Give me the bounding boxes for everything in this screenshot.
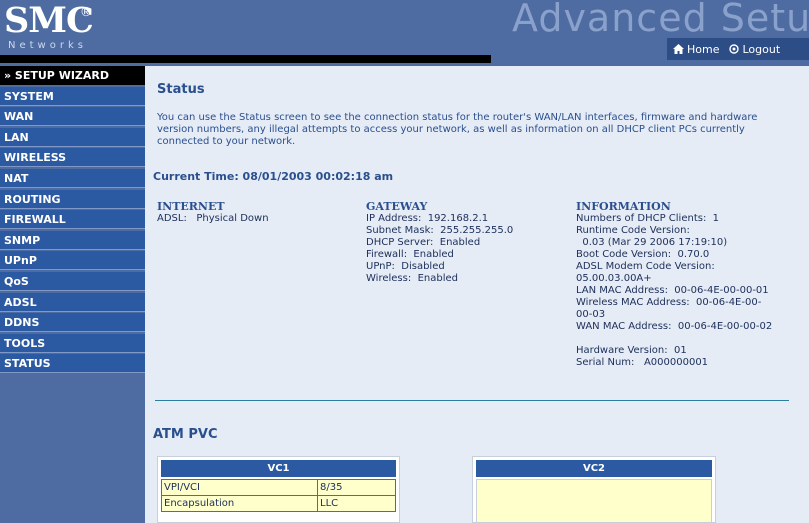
gateway-ip-address: IP Address: 192.168.2.1 (366, 213, 489, 224)
internet-adsl-status: ADSL: Physical Down (157, 213, 269, 224)
vc1-encapsulation-label: Encapsulation (161, 495, 318, 512)
vc2-panel: VC2 (472, 456, 716, 523)
info-adsl-modem-value: 05.00.03.00A+ (576, 273, 652, 284)
sidebar-item-snmp[interactable]: SNMP (0, 230, 145, 250)
intro-text: You can use the Status screen to see the… (157, 112, 758, 147)
table-row: VPI/VCI 8/35 (161, 479, 396, 496)
gateway-subnet-mask: Subnet Mask: 255.255.255.0 (366, 225, 514, 236)
logout-label: Logout (742, 42, 781, 56)
gateway-heading: GATEWAY (366, 200, 428, 213)
current-time: Current Time: 08/01/2003 00:02:18 am (153, 170, 394, 183)
sidebar-item-ddns[interactable]: DDNS (0, 313, 145, 333)
table-row: Encapsulation LLC (161, 495, 396, 512)
info-serial-num: Serial Num: A000000001 (576, 357, 709, 368)
atm-pvc-title: ATM PVC (153, 427, 218, 442)
sidebar-menu: » SETUP WIZARD SYSTEM WAN LAN WIRELESS N… (0, 66, 145, 523)
sidebar-item-tools[interactable]: TOOLS (0, 333, 145, 353)
info-adsl-modem-label: ADSL Modem Code Version: (576, 261, 715, 272)
vc1-vpi-vci-label: VPI/VCI (161, 479, 318, 496)
sidebar-item-firewall[interactable]: FIREWALL (0, 210, 145, 230)
home-icon (673, 44, 684, 54)
sidebar-item-status[interactable]: STATUS (0, 354, 145, 374)
section-divider (155, 400, 789, 401)
info-hardware-version: Hardware Version: 01 (576, 345, 687, 356)
vc1-table: VPI/VCI 8/35 Encapsulation LLC (161, 479, 396, 512)
info-wireless-mac: Wireless MAC Address: 00-06-4E-00- (576, 297, 762, 308)
gateway-upnp: UPnP: Disabled (366, 261, 445, 272)
info-runtime-value: 0.03 (Mar 29 2006 17:19:10) (576, 237, 728, 248)
header: SMC ® Networks Advanced Setup Home Logou… (0, 0, 809, 66)
info-wan-mac: WAN MAC Address: 00-06-4E-00-00-02 (576, 321, 773, 332)
home-logout-bar: Home Logout (667, 38, 809, 60)
gateway-section: GATEWAY IP Address: 192.168.2.1 Subnet M… (366, 200, 513, 285)
sidebar-item-wan[interactable]: WAN (0, 107, 145, 127)
gateway-firewall: Firewall: Enabled (366, 249, 454, 260)
sidebar-item-routing[interactable]: ROUTING (0, 189, 145, 209)
sidebar-item-system[interactable]: SYSTEM (0, 86, 145, 106)
home-link[interactable]: Home (673, 43, 719, 56)
information-heading: INFORMATION (576, 200, 671, 213)
sidebar-item-wireless[interactable]: WIRELESS (0, 148, 145, 168)
smc-logo: SMC ® Networks (4, 1, 105, 52)
info-runtime-label: Runtime Code Version: (576, 225, 690, 236)
gateway-wireless: Wireless: Enabled (366, 273, 458, 284)
sidebar-item-setup-wizard[interactable]: » SETUP WIZARD (0, 66, 145, 85)
vc2-body (476, 479, 712, 523)
page-title: Status (157, 82, 205, 97)
internet-heading: INTERNET (157, 200, 225, 213)
vc1-encapsulation-value: LLC (317, 495, 396, 512)
info-dhcp-clients: Numbers of DHCP Clients: 1 (576, 213, 720, 224)
logout-link[interactable]: Logout (729, 43, 780, 56)
info-lan-mac: LAN MAC Address: 00-06-4E-00-00-01 (576, 285, 769, 296)
sidebar-item-adsl[interactable]: ADSL (0, 292, 145, 312)
internet-section: INTERNET ADSL: Physical Down (157, 200, 269, 225)
vc2-header: VC2 (476, 460, 712, 477)
sidebar-item-nat[interactable]: NAT (0, 168, 145, 188)
sidebar-item-qos[interactable]: QoS (0, 271, 145, 291)
vc1-header: VC1 (161, 460, 396, 477)
advanced-setup-title: Advanced Setup (512, 0, 809, 40)
home-label: Home (687, 42, 720, 56)
vc1-panel: VC1 VPI/VCI 8/35 Encapsulation LLC (157, 456, 400, 523)
header-black-bar (0, 55, 491, 63)
logo-registered-mark: ® (80, 5, 92, 19)
logo-subtitle: Networks (8, 40, 87, 51)
info-boot-code: Boot Code Version: 0.70.0 (576, 249, 710, 260)
logout-icon (729, 44, 740, 54)
gateway-dhcp-server: DHCP Server: Enabled (366, 237, 481, 248)
main-content: Status You can use the Status screen to … (147, 66, 809, 523)
sidebar-item-lan[interactable]: LAN (0, 127, 145, 147)
vc1-vpi-vci-value: 8/35 (317, 479, 396, 496)
info-wireless-mac-cont: 00-03 (576, 309, 606, 320)
sidebar-item-upnp[interactable]: UPnP (0, 251, 145, 271)
information-section: INFORMATION Numbers of DHCP Clients: 1 R… (576, 200, 772, 369)
